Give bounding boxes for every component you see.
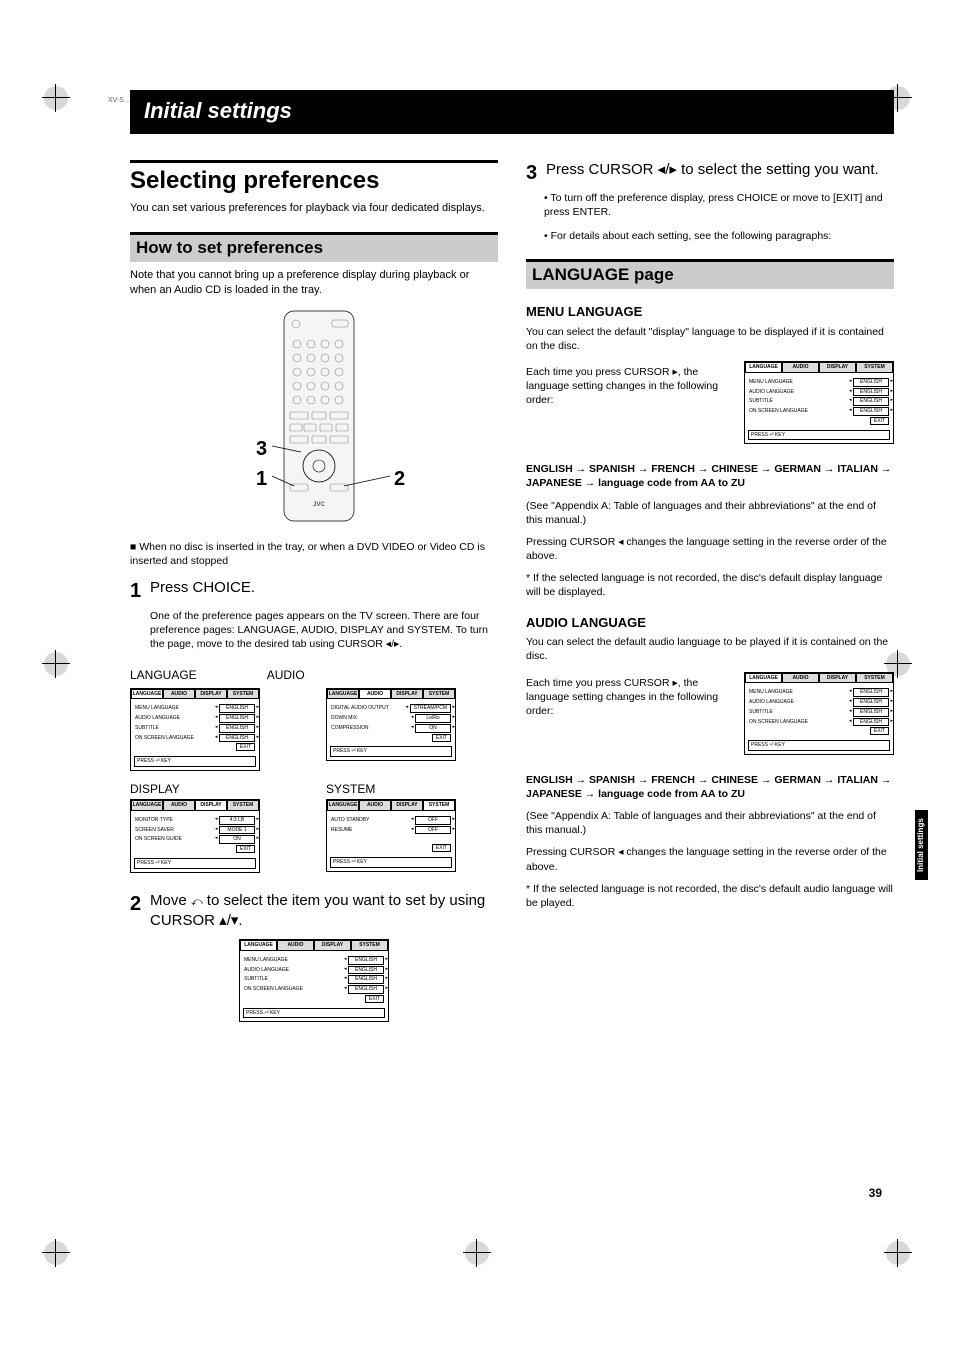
registration-mark [42, 84, 70, 112]
side-tab: Initial settings [915, 810, 928, 880]
square-bullet-icon: ■ [130, 541, 139, 553]
audio-sequence-note: (See "Appendix A: Table of languages and… [526, 809, 894, 837]
menu-language-body: You can select the default "display" lan… [526, 325, 894, 353]
menu-language-screen: LANGUAGEAUDIODISPLAYSYSTEM MENU LANGUAGE… [744, 361, 894, 444]
preview-display-screen: LANGUAGEAUDIODISPLAYSYSTEM MONITOR TYPE4… [130, 799, 260, 873]
caption-audio: AUDIO [267, 667, 305, 683]
caption-display: DISPLAY [130, 781, 302, 797]
page: XV-S... Initial settings Selecting prefe… [0, 0, 954, 1351]
step-2-text: Move ⤺ to select the item you want to se… [150, 891, 498, 932]
registration-mark [463, 1239, 491, 1267]
audio-language-body: You can select the default audio languag… [526, 635, 894, 663]
no-disc-note: ■ When no disc is inserted in the tray, … [130, 540, 498, 568]
audio-language-footnote: * If the selected language is not record… [526, 882, 894, 910]
menu-language-footnote: * If the selected language is not record… [526, 571, 894, 599]
caption-system: SYSTEM [326, 781, 498, 797]
preview-audio-screen: LANGUAGEAUDIODISPLAYSYSTEM DIGITAL AUDIO… [326, 688, 456, 762]
callout-2: 2 [394, 466, 405, 493]
registration-mark [884, 1239, 912, 1267]
subheading-body: Note that you cannot bring up a preferen… [130, 268, 498, 298]
registration-mark [42, 650, 70, 678]
topic-menu-language: MENU LANGUAGE [526, 303, 894, 321]
step-3-text: Press CURSOR ◂/▸ to select the setting y… [546, 160, 879, 187]
remote-control-illustration: JVC [204, 306, 424, 536]
caption-language: LANGUAGE [130, 667, 197, 683]
audio-language-order: Each time you press CURSOR ▸, the langua… [526, 676, 730, 719]
step-2-number: 2 [130, 891, 150, 932]
subheading-how-to: How to set preferences [130, 232, 498, 262]
registration-mark [884, 650, 912, 678]
section-heading: Selecting preferences [130, 160, 498, 197]
audio-sequence: ENGLISH → SPANISH → FRENCH → CHINESE → G… [526, 773, 894, 801]
preview-system-screen: LANGUAGEAUDIODISPLAYSYSTEM AUTO STANDBYO… [326, 799, 456, 872]
audio-reverse-note: Pressing CURSOR ◂ changes the language s… [526, 845, 894, 873]
language-sequence-note: (See "Appendix A: Table of languages and… [526, 499, 894, 527]
audio-language-screen: LANGUAGEAUDIODISPLAYSYSTEM MENU LANGUAGE… [744, 672, 894, 755]
header-bar: Initial settings [130, 90, 894, 134]
subheading-language-page: LANGUAGE page [526, 259, 894, 289]
registration-mark [884, 84, 912, 112]
language-reverse-note: Pressing CURSOR ◂ changes the language s… [526, 535, 894, 563]
page-number: 39 [869, 1185, 882, 1201]
intro-text: You can set various preferences for play… [130, 201, 498, 216]
language-sequence: ENGLISH → SPANISH → FRENCH → CHINESE → G… [526, 462, 894, 490]
header-title: Initial settings [144, 98, 292, 123]
topic-audio-language: AUDIO LANGUAGE [526, 614, 894, 632]
step-3-number: 3 [526, 160, 546, 187]
left-column: Selecting preferences You can set variou… [130, 160, 498, 1023]
right-column: 3 Press CURSOR ◂/▸ to select the setting… [526, 160, 894, 1023]
step-3-bullets: To turn off the preference display, pres… [544, 191, 894, 244]
model-reference: XV-S... [108, 96, 130, 105]
callout-3: 3 [256, 436, 267, 463]
step-1-text: Press CHOICE. [150, 578, 255, 605]
callout-1: 1 [256, 466, 267, 493]
registration-mark [42, 1239, 70, 1267]
menu-language-order: Each time you press CURSOR ▸, the langua… [526, 365, 730, 408]
cursor-hand-icon: ⤺ [191, 896, 203, 908]
step-1-number: 1 [130, 578, 150, 605]
preview-language-screen: LANGUAGEAUDIODISPLAYSYSTEM MENU LANGUAGE… [130, 688, 260, 771]
step2-language-screen: LANGUAGEAUDIODISPLAYSYSTEM MENU LANGUAGE… [239, 939, 389, 1022]
step-1-body: One of the preference pages appears on t… [150, 609, 498, 652]
svg-text:JVC: JVC [313, 502, 325, 508]
